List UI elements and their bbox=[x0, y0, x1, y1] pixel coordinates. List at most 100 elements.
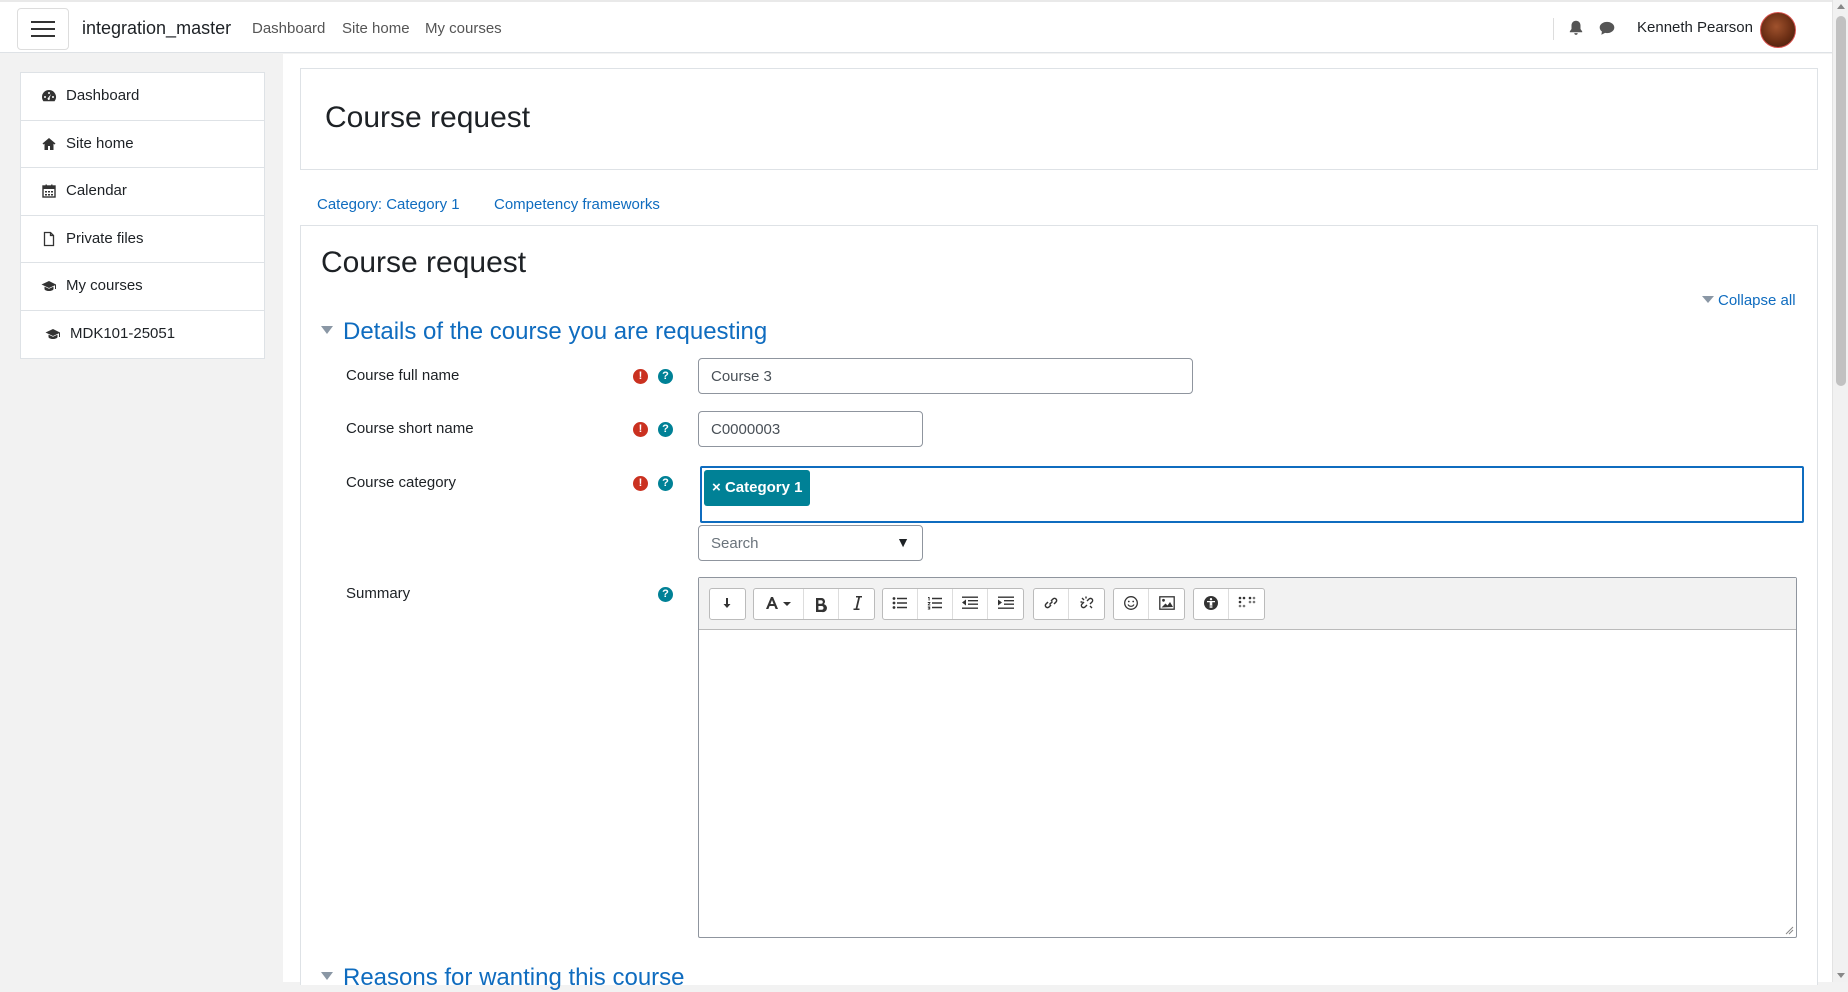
tab-category[interactable]: Category: Category 1 bbox=[317, 196, 460, 213]
drawer-item-course-mdk101[interactable]: MDK101-25051 bbox=[21, 311, 264, 359]
dashboard-icon bbox=[42, 90, 56, 102]
screenreader-helper-button[interactable] bbox=[1229, 589, 1264, 619]
font-style-icon bbox=[765, 597, 791, 609]
emoticon-button[interactable] bbox=[1114, 589, 1149, 619]
calendar-icon bbox=[42, 184, 56, 198]
drawer-item-site-home[interactable]: Site home bbox=[21, 121, 264, 168]
unlink-button[interactable] bbox=[1069, 589, 1104, 619]
toolbar-group bbox=[1033, 588, 1105, 620]
content-heading: Course request bbox=[321, 246, 527, 279]
label-summary: Summary bbox=[346, 585, 411, 602]
caret-down-icon bbox=[1702, 296, 1714, 303]
indent-icon bbox=[997, 596, 1014, 609]
chat-bubble-icon[interactable] bbox=[1598, 19, 1616, 37]
nav-drawer: Dashboard Site home Calendar Private fil… bbox=[0, 54, 283, 982]
outdent-icon bbox=[962, 596, 978, 609]
label-course-short-name: Course short name bbox=[346, 420, 474, 437]
resize-handle-icon[interactable] bbox=[1784, 925, 1794, 935]
page-header: Course request bbox=[300, 68, 1818, 170]
caret-down-icon bbox=[321, 326, 333, 334]
toolbar-group bbox=[1113, 588, 1185, 620]
indent-button[interactable] bbox=[988, 589, 1023, 619]
image-icon bbox=[1158, 596, 1175, 610]
course-short-name-input[interactable] bbox=[698, 411, 923, 447]
ordered-list-button[interactable] bbox=[918, 589, 953, 619]
file-icon bbox=[43, 231, 55, 246]
help-icon[interactable]: ? bbox=[658, 422, 673, 437]
nav-link-dashboard[interactable]: Dashboard bbox=[252, 20, 325, 37]
selected-category-label: Category 1 bbox=[724, 479, 803, 496]
label-course-full-name: Course full name bbox=[346, 367, 460, 384]
drawer-item-my-courses[interactable]: My courses bbox=[21, 263, 264, 311]
required-icon: ! bbox=[633, 476, 648, 491]
summary-editor[interactable] bbox=[698, 577, 1797, 938]
editor-toolbar bbox=[699, 578, 1796, 630]
outdent-button[interactable] bbox=[953, 589, 988, 619]
scrollbar-thumb[interactable] bbox=[1836, 16, 1846, 386]
collapse-all-label: Collapse all bbox=[1718, 292, 1796, 309]
remove-category-icon: × bbox=[712, 479, 721, 496]
page-title: Course request bbox=[325, 101, 531, 134]
category-search-placeholder: Search bbox=[711, 535, 759, 552]
home-icon bbox=[42, 137, 56, 150]
dropdown-arrow-icon: ▼ bbox=[896, 534, 910, 550]
category-search-dropdown[interactable]: Search ▼ bbox=[698, 525, 923, 561]
nav-link-my-courses[interactable]: My courses bbox=[425, 20, 502, 37]
section-details-header[interactable]: Details of the course you are requesting bbox=[321, 318, 767, 346]
help-icon[interactable]: ? bbox=[658, 369, 673, 384]
drawer-item-label: MDK101-25051 bbox=[70, 324, 176, 342]
collapse-all-link[interactable]: Collapse all bbox=[1702, 292, 1796, 309]
course-full-name-input[interactable] bbox=[698, 358, 1193, 394]
toolbar-group bbox=[753, 588, 875, 620]
bell-icon[interactable] bbox=[1567, 19, 1585, 37]
link-icon bbox=[1044, 597, 1058, 609]
top-navbar: integration_master Dashboard Site home M… bbox=[0, 0, 1832, 53]
section-reasons-title: Reasons for wanting this course bbox=[343, 964, 685, 991]
hamburger-icon-line bbox=[31, 21, 55, 23]
accessibility-icon bbox=[1204, 596, 1218, 610]
user-name[interactable]: Kenneth Pearson bbox=[1637, 19, 1753, 36]
scroll-up-icon[interactable] bbox=[1837, 4, 1845, 9]
braille-icon bbox=[1238, 596, 1255, 608]
menu-toggle-button[interactable] bbox=[17, 8, 69, 50]
image-button[interactable] bbox=[1149, 589, 1184, 619]
hamburger-icon-line bbox=[31, 35, 55, 37]
accessibility-checker-button[interactable] bbox=[1194, 589, 1229, 619]
bold-button[interactable] bbox=[804, 589, 839, 619]
drawer-item-dashboard[interactable]: Dashboard bbox=[21, 73, 264, 121]
course-category-selection[interactable]: × Category 1 bbox=[700, 466, 1804, 523]
tab-competency-frameworks[interactable]: Competency frameworks bbox=[494, 196, 660, 213]
show-more-buttons-button[interactable] bbox=[710, 589, 745, 619]
drawer-item-calendar[interactable]: Calendar bbox=[21, 168, 264, 216]
drawer-item-label: Calendar bbox=[66, 182, 127, 199]
scroll-down-icon[interactable] bbox=[1837, 973, 1845, 978]
drawer-item-label: Private files bbox=[66, 229, 144, 247]
numbered-list-icon bbox=[927, 597, 942, 610]
nav-link-site-home[interactable]: Site home bbox=[342, 20, 410, 37]
help-icon[interactable]: ? bbox=[658, 476, 673, 491]
italic-button[interactable] bbox=[839, 589, 874, 619]
smiley-icon bbox=[1124, 596, 1138, 610]
caret-down-icon bbox=[321, 972, 333, 980]
required-icon: ! bbox=[633, 369, 648, 384]
graduation-cap-icon bbox=[41, 281, 56, 291]
paragraph-styles-button[interactable] bbox=[754, 589, 804, 619]
expand-toolbar-icon bbox=[723, 598, 730, 608]
user-avatar[interactable] bbox=[1760, 12, 1796, 48]
section-details-title: Details of the course you are requesting bbox=[343, 318, 768, 345]
label-course-category: Course category bbox=[346, 474, 457, 491]
unordered-list-button[interactable] bbox=[883, 589, 918, 619]
bold-icon bbox=[816, 598, 827, 613]
section-reasons-header[interactable]: Reasons for wanting this course bbox=[321, 964, 685, 992]
unlink-icon bbox=[1080, 596, 1093, 609]
page-scrollbar[interactable] bbox=[1832, 0, 1848, 982]
toolbar-group bbox=[882, 588, 1024, 620]
navbar-divider bbox=[1553, 18, 1554, 40]
drawer-list: Dashboard Site home Calendar Private fil… bbox=[20, 72, 265, 359]
drawer-item-private-files[interactable]: Private files bbox=[21, 216, 264, 263]
site-brand[interactable]: integration_master bbox=[82, 18, 231, 39]
selected-category-badge[interactable]: × Category 1 bbox=[704, 470, 811, 506]
toolbar-group bbox=[709, 588, 746, 620]
help-icon[interactable]: ? bbox=[658, 587, 673, 602]
link-button[interactable] bbox=[1034, 589, 1069, 619]
